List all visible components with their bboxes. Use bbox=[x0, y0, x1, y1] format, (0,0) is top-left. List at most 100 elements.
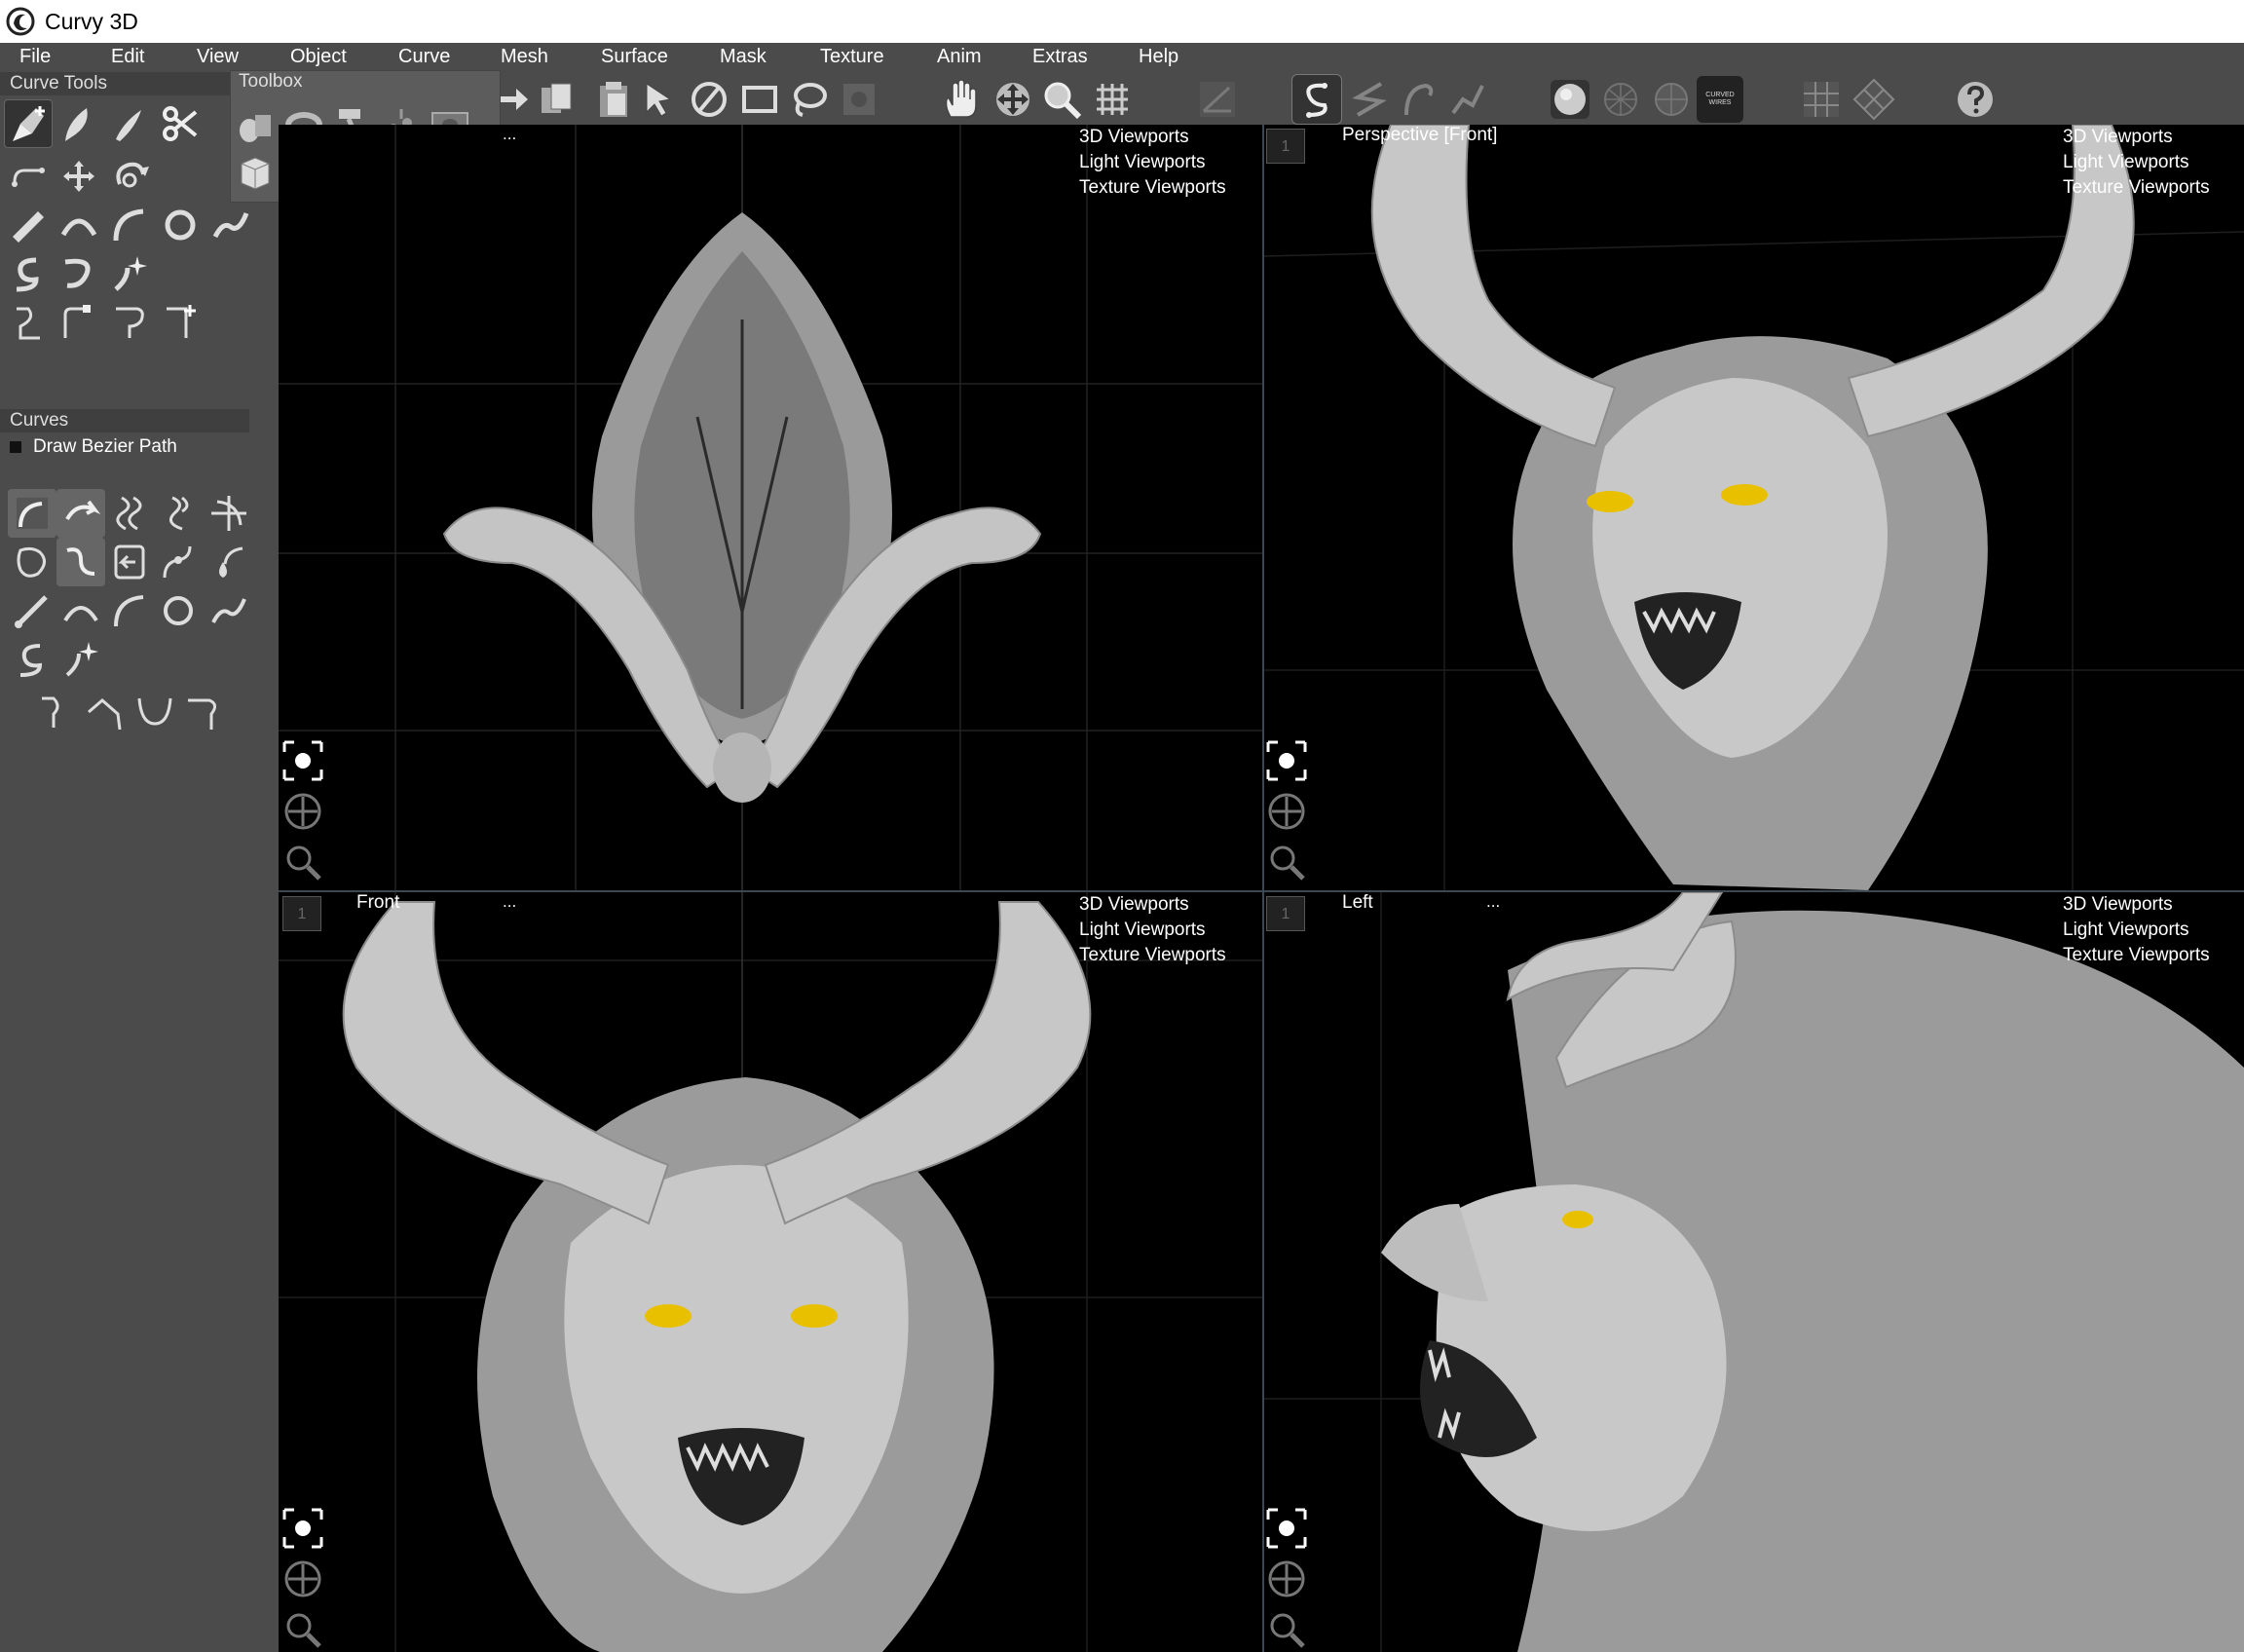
viewport-light-menu[interactable]: Light Viewports bbox=[2063, 150, 2210, 175]
curve-twist-tool-button[interactable] bbox=[105, 489, 154, 538]
iso-view-button[interactable] bbox=[1851, 76, 1897, 123]
viewport-texture-menu[interactable]: Texture Viewports bbox=[1079, 175, 1226, 201]
curve-arc2-tool-button[interactable] bbox=[56, 586, 105, 635]
add-point-tool-button[interactable] bbox=[156, 298, 205, 347]
shaded-wire-view-button[interactable] bbox=[1648, 76, 1695, 123]
step-tool-button[interactable] bbox=[4, 298, 53, 347]
draw-freehand-tool-button[interactable] bbox=[105, 99, 154, 148]
curve-smooth-tool-button[interactable] bbox=[8, 635, 56, 684]
move-view-button[interactable] bbox=[990, 76, 1036, 123]
curve-sparkle-tool-button[interactable] bbox=[56, 635, 105, 684]
menu-mask[interactable]: Mask bbox=[720, 43, 767, 70]
curve-link-mode-button[interactable] bbox=[1395, 76, 1441, 123]
paste-object-button[interactable] bbox=[590, 76, 637, 123]
curve-kink-tool-button[interactable] bbox=[82, 688, 131, 736]
loop-tool-button[interactable] bbox=[55, 249, 103, 298]
viewport-focus-button[interactable] bbox=[1266, 1508, 1307, 1549]
menu-anim[interactable]: Anim bbox=[937, 43, 982, 70]
curve-profile-mode-button[interactable] bbox=[1443, 76, 1490, 123]
viewport-zoom-button[interactable] bbox=[282, 1609, 323, 1650]
curved-wires-button[interactable]: CURVED WIRES bbox=[1697, 76, 1743, 123]
curve-reverse-tool-button[interactable] bbox=[105, 538, 154, 586]
viewport-focus-button[interactable] bbox=[282, 1508, 323, 1549]
circle-tool-button[interactable] bbox=[156, 201, 205, 249]
curve-align-tool-button[interactable] bbox=[205, 489, 253, 538]
draw-spline-tool-button[interactable] bbox=[55, 99, 103, 148]
menu-file[interactable]: File bbox=[19, 43, 51, 70]
grid-toggle-button[interactable] bbox=[1089, 76, 1136, 123]
viewport-3d-menu[interactable]: 3D Viewports bbox=[1079, 125, 1226, 150]
viewport-texture-menu[interactable]: Texture Viewports bbox=[2063, 175, 2210, 201]
curve-edit-mode-button[interactable] bbox=[1346, 76, 1393, 123]
angle-snap-button[interactable] bbox=[1194, 76, 1241, 123]
toolbox-primitives-button[interactable] bbox=[231, 100, 280, 149]
menu-curve[interactable]: Curve bbox=[398, 43, 450, 70]
curve-mode-button[interactable] bbox=[1291, 74, 1342, 125]
viewport-number-badge[interactable]: 1 bbox=[1266, 129, 1305, 164]
straighten-tool-button[interactable] bbox=[4, 152, 53, 201]
corner-tool-button[interactable] bbox=[55, 298, 103, 347]
viewport-3d-menu[interactable]: 3D Viewports bbox=[1079, 892, 1226, 918]
viewport-move-button[interactable] bbox=[282, 791, 323, 832]
curve-step-tool-button[interactable] bbox=[33, 688, 82, 736]
curve-clip-tool-button[interactable] bbox=[8, 489, 56, 538]
curve-wave-tool-button[interactable] bbox=[205, 586, 253, 635]
curve-split-tool-button[interactable] bbox=[154, 538, 203, 586]
menu-object[interactable]: Object bbox=[290, 43, 347, 70]
shaded-view-button[interactable] bbox=[1547, 76, 1593, 123]
viewport-focus-button[interactable] bbox=[282, 740, 323, 781]
select-button[interactable] bbox=[635, 76, 682, 123]
viewport-texture-menu[interactable]: Texture Viewports bbox=[1079, 943, 1226, 968]
viewport-light-menu[interactable]: Light Viewports bbox=[2063, 918, 2210, 943]
smooth-tool-button[interactable] bbox=[4, 249, 53, 298]
curve-drop-tool-button[interactable] bbox=[205, 538, 253, 586]
viewport-perspective[interactable]: 1 Perspective [Front] 3D Viewports Light… bbox=[1264, 125, 2244, 890]
curve-line-tool-button[interactable] bbox=[8, 586, 56, 635]
curve-list-item[interactable]: Draw Bezier Path bbox=[10, 436, 177, 458]
curve-outline-tool-button[interactable] bbox=[8, 538, 56, 586]
deselect-button[interactable] bbox=[686, 76, 732, 123]
curve-cup-tool-button[interactable] bbox=[131, 688, 179, 736]
help-button[interactable] bbox=[1952, 76, 1999, 123]
wave-tool-button[interactable] bbox=[206, 201, 255, 249]
viewport-3d-menu[interactable]: 3D Viewports bbox=[2063, 125, 2210, 150]
viewport-options-dots[interactable]: ... bbox=[503, 892, 516, 912]
curve-quarter-tool-button[interactable] bbox=[105, 586, 154, 635]
viewport-light-menu[interactable]: Light Viewports bbox=[1079, 150, 1226, 175]
hook-tool-button[interactable] bbox=[105, 298, 154, 347]
viewport-move-button[interactable] bbox=[1266, 791, 1307, 832]
viewport-left[interactable]: 1 Left ... 3D Viewports Light Viewports … bbox=[1264, 892, 2244, 1652]
menu-edit[interactable]: Edit bbox=[111, 43, 144, 70]
curve-bend-tool-button[interactable] bbox=[56, 489, 105, 538]
viewport-zoom-button[interactable] bbox=[1266, 1609, 1307, 1650]
zoom-button[interactable] bbox=[1038, 76, 1085, 123]
viewport-texture-menu[interactable]: Texture Viewports bbox=[2063, 943, 2210, 968]
viewport-top[interactable]: ... 3D Viewports Light Viewports Texture… bbox=[279, 125, 1262, 890]
menu-mesh[interactable]: Mesh bbox=[501, 43, 548, 70]
move-points-tool-button[interactable] bbox=[55, 152, 103, 201]
viewport-3d-menu[interactable]: 3D Viewports bbox=[2063, 892, 2210, 918]
sparkle-tool-button[interactable] bbox=[105, 249, 154, 298]
rotate-points-tool-button[interactable] bbox=[105, 152, 154, 201]
mask-select-button[interactable] bbox=[836, 76, 882, 123]
line-tool-button[interactable] bbox=[4, 201, 53, 249]
arc-tool-button[interactable] bbox=[55, 201, 103, 249]
lasso-select-button[interactable] bbox=[785, 76, 832, 123]
curve-coil-tool-button[interactable] bbox=[154, 489, 203, 538]
viewport-move-button[interactable] bbox=[1266, 1558, 1307, 1599]
menu-surface[interactable]: Surface bbox=[601, 43, 668, 70]
wireframe-view-button[interactable] bbox=[1597, 76, 1644, 123]
curve-arc-tool-button[interactable] bbox=[105, 201, 154, 249]
viewport-options-dots[interactable]: ... bbox=[503, 125, 516, 144]
curve-circle-tool-button[interactable] bbox=[154, 586, 203, 635]
curve-link-tool-button[interactable] bbox=[56, 538, 105, 586]
pan-button[interactable] bbox=[937, 76, 984, 123]
copy-object-button[interactable] bbox=[534, 76, 580, 123]
menu-view[interactable]: View bbox=[197, 43, 239, 70]
cut-curve-tool-button[interactable] bbox=[156, 99, 205, 148]
viewport-zoom-button[interactable] bbox=[1266, 842, 1307, 882]
viewport-number-badge[interactable]: 1 bbox=[282, 896, 321, 931]
flat-view-button[interactable] bbox=[1798, 76, 1845, 123]
viewport-options-dots[interactable]: ... bbox=[1486, 892, 1500, 912]
viewport-number-badge[interactable]: 1 bbox=[1266, 896, 1305, 931]
